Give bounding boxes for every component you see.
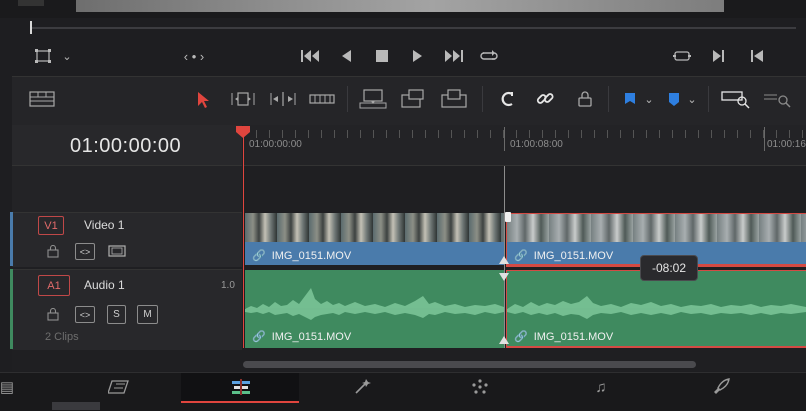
empty-track-header [12, 166, 242, 212]
link-icon: 🔗 [252, 250, 266, 262]
video-track-badge[interactable]: V1 [38, 216, 64, 235]
lock-icon[interactable] [46, 244, 60, 258]
mute-button[interactable]: M [137, 305, 158, 324]
audio-clip-right-label: 🔗 IMG_0151.MOV [514, 330, 614, 344]
edit-point-handle-top[interactable] [505, 212, 511, 222]
page-nav-bottom-strip [52, 402, 100, 410]
skip-end-icon[interactable] [443, 48, 465, 64]
blade-icon[interactable] [308, 90, 336, 108]
ruler-label: 01:00:00:00 [249, 139, 302, 150]
viewer-corner-marker [18, 0, 44, 6]
chevron-down-icon[interactable]: ⌄ [643, 91, 655, 107]
video-track-name[interactable]: Video 1 [84, 218, 124, 232]
video-clip-thumbnails [507, 214, 806, 242]
ruler-major-tick [504, 127, 505, 151]
audio-clip-left-label: 🔗 IMG_0151.MOV [252, 330, 352, 344]
link-icon: 🔗 [514, 250, 528, 262]
play-icon[interactable] [410, 48, 426, 64]
audio-waveform [507, 282, 806, 322]
timeline-view-options-icon[interactable] [28, 90, 56, 108]
play-reverse-icon[interactable] [338, 48, 354, 64]
video-clip-thumbnails [245, 213, 504, 242]
cut-page-icon[interactable] [100, 373, 140, 401]
edit-page-icon[interactable] [226, 373, 256, 401]
trim-tooltip: -08:02 [640, 255, 698, 281]
link-icon: 🔗 [252, 331, 266, 343]
timeline-timecode[interactable]: 01:00:00:00 [70, 135, 181, 158]
auto-select-icon[interactable]: <> [75, 243, 95, 260]
video-track-color-strip [10, 212, 13, 266]
video-clip-right-name: IMG_0151.MOV [533, 249, 614, 262]
video-clip-right-label: 🔗 IMG_0151.MOV [514, 249, 614, 263]
overwrite-clip-icon[interactable] [398, 88, 428, 110]
next-edit-icon[interactable] [710, 48, 728, 64]
edit-point-triangle [499, 336, 509, 344]
stop-icon[interactable] [374, 48, 390, 64]
deliver-page-icon[interactable] [708, 373, 732, 401]
viewer-image [76, 0, 724, 12]
previous-edit-icon[interactable] [748, 48, 766, 64]
dynamic-trim-icon[interactable] [268, 90, 298, 108]
skip-start-icon[interactable] [299, 48, 321, 64]
audio-clip-right-name: IMG_0151.MOV [533, 330, 614, 343]
video-clip-left-name: IMG_0151.MOV [271, 249, 352, 262]
toolbar-divider [347, 86, 348, 112]
crop-transform-icon[interactable] [34, 48, 52, 64]
video-clip-left-label: 🔗 IMG_0151.MOV [252, 249, 352, 263]
audio-track-level: 1.0 [221, 280, 235, 291]
lock-icon[interactable] [46, 307, 60, 321]
edit-point-triangle [499, 256, 509, 264]
audio-track-color-strip [10, 269, 13, 349]
toolbar-divider [608, 86, 609, 112]
zoom-detail-icon[interactable] [762, 88, 794, 110]
toolbar-divider [708, 86, 709, 112]
fairlight-page-icon[interactable]: ♫ [590, 373, 612, 401]
snapping-magnet-icon[interactable] [496, 89, 518, 109]
loop-icon[interactable] [478, 47, 500, 65]
link-icon: 🔗 [514, 331, 528, 343]
insert-clip-icon[interactable] [358, 88, 388, 110]
solo-button[interactable]: S [107, 305, 126, 324]
chevron-down-icon[interactable]: ⌄ [686, 91, 698, 107]
match-frame-icon[interactable] [672, 48, 692, 64]
zoom-full-icon[interactable] [720, 88, 752, 110]
auto-select-icon[interactable]: <> [75, 306, 95, 323]
disable-video-track-icon[interactable] [107, 244, 127, 258]
audio-track-badge[interactable]: A1 [38, 275, 70, 296]
audio-track-name[interactable]: Audio 1 [84, 278, 125, 292]
ruler-label: 01:00:16:00 [767, 139, 806, 150]
scrubber-bar[interactable] [30, 27, 796, 29]
ruler-major-tick [764, 127, 765, 151]
audio-clips-count: 2 Clips [45, 331, 79, 343]
toolbar-divider [482, 86, 483, 112]
scrubber-handle[interactable] [30, 21, 32, 34]
viewer-nav-dots[interactable]: ‹ • › [170, 48, 218, 64]
ruler-ticks [243, 130, 806, 138]
ruler-label: 01:00:08:00 [510, 139, 563, 150]
timeline-scrollbar[interactable] [243, 361, 696, 368]
marker-icon[interactable] [664, 90, 684, 110]
playhead-line[interactable] [243, 132, 244, 348]
replace-clip-icon[interactable] [438, 88, 470, 110]
chevron-down-icon[interactable]: ⌄ [60, 49, 74, 63]
edit-point-triangle [499, 273, 509, 281]
color-page-icon[interactable] [469, 373, 491, 401]
media-page-icon[interactable]: ▤ [0, 373, 14, 401]
audio-clip-left-name: IMG_0151.MOV [271, 330, 352, 343]
flag-icon[interactable] [620, 90, 640, 110]
fusion-page-icon[interactable] [350, 373, 374, 401]
position-lock-icon[interactable] [574, 89, 596, 109]
selection-bar [506, 346, 806, 348]
audio-waveform [245, 282, 504, 322]
trim-edit-icon[interactable] [228, 90, 258, 108]
selection-arrow-icon[interactable] [194, 90, 212, 110]
linked-selection-icon[interactable] [534, 89, 556, 109]
